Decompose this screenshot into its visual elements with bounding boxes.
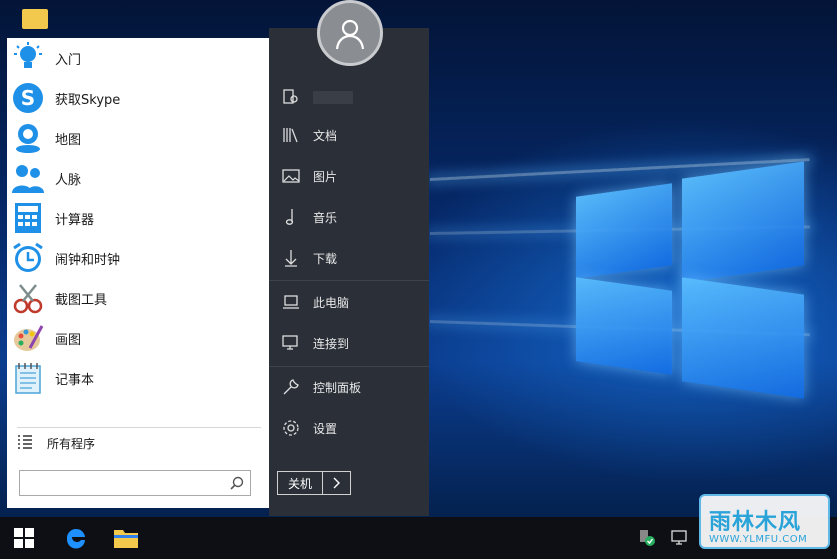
app-item-calculator[interactable]: 计算器: [11, 200, 261, 236]
app-item-alarms[interactable]: 闹钟和时钟: [11, 240, 261, 276]
snipping-tool-icon: [11, 281, 45, 315]
place-music[interactable]: 音乐: [281, 202, 421, 232]
app-item-get-started[interactable]: 入门: [11, 40, 261, 76]
edge-browser-icon: [66, 528, 85, 549]
search-box[interactable]: [19, 470, 251, 496]
wrench-icon: [281, 377, 301, 397]
user-folder-icon: [281, 87, 301, 107]
list-icon: [17, 434, 33, 453]
shutdown-options-button[interactable]: [323, 471, 351, 495]
app-item-skype[interactable]: S 获取Skype: [11, 80, 261, 116]
place-pictures[interactable]: 图片: [281, 161, 421, 191]
shutdown-button[interactable]: 关机: [277, 471, 323, 495]
watermark-url: WWW.YLMFU.COM: [709, 534, 808, 545]
start-button[interactable]: [0, 517, 48, 559]
documents-icon: [281, 125, 301, 145]
site-watermark-logo: 雨林木风 WWW.YLMFU.COM: [699, 494, 830, 549]
place-downloads[interactable]: 下载: [281, 243, 421, 273]
place-this-pc[interactable]: 此电脑: [281, 287, 421, 317]
notepad-icon: [11, 361, 45, 395]
lightbulb-icon: [11, 41, 45, 75]
user-icon: [335, 19, 365, 50]
windows-logo-icon: [14, 528, 34, 548]
gear-icon: [281, 418, 301, 438]
start-menu-apps-panel: 入门 S 获取Skype 地图 人脉 计算器 闹钟和时钟 截图工具 画图 记事本…: [7, 38, 269, 508]
svg-text:S: S: [21, 86, 35, 110]
music-note-icon: [281, 207, 301, 227]
download-icon: [281, 248, 301, 268]
chevron-right-icon: [333, 474, 341, 493]
search-input[interactable]: [20, 471, 220, 495]
taskbar-file-explorer-button[interactable]: [106, 521, 146, 555]
paint-icon: [11, 321, 45, 355]
start-menu-places-panel: 文档 图片 音乐 下载 此电脑 连接到 控制面板 设置 关机: [269, 28, 429, 516]
calculator-icon: [11, 201, 45, 235]
place-settings[interactable]: 设置: [281, 413, 421, 443]
search-icon[interactable]: [230, 475, 244, 494]
desktop-folder-icon[interactable]: [22, 9, 48, 29]
user-folder-item[interactable]: [281, 82, 421, 112]
place-connect[interactable]: 连接到: [281, 328, 421, 358]
place-documents[interactable]: 文档: [281, 120, 421, 150]
app-item-snipping-tool[interactable]: 截图工具: [11, 280, 261, 316]
app-item-notepad[interactable]: 记事本: [11, 360, 261, 396]
app-item-paint[interactable]: 画图: [11, 320, 261, 356]
app-item-people[interactable]: 人脉: [11, 160, 261, 196]
taskbar-edge-button[interactable]: [56, 521, 96, 555]
computer-icon: [281, 292, 301, 312]
maps-icon: [11, 121, 45, 155]
place-control-panel[interactable]: 控制面板: [281, 372, 421, 402]
user-avatar[interactable]: [317, 0, 383, 66]
folder-icon: [114, 530, 138, 548]
skype-icon: S: [11, 81, 45, 115]
alarm-clock-icon: [11, 241, 45, 275]
watermark-title: 雨林木风: [709, 510, 802, 535]
all-programs-button[interactable]: 所有程序: [17, 430, 95, 456]
pictures-icon: [281, 166, 301, 186]
user-name: [313, 90, 353, 104]
people-icon: [11, 161, 45, 195]
tray-network-icon[interactable]: [670, 529, 690, 547]
app-item-maps[interactable]: 地图: [11, 120, 261, 156]
connect-icon: [281, 333, 301, 353]
tray-security-icon[interactable]: [637, 529, 657, 547]
